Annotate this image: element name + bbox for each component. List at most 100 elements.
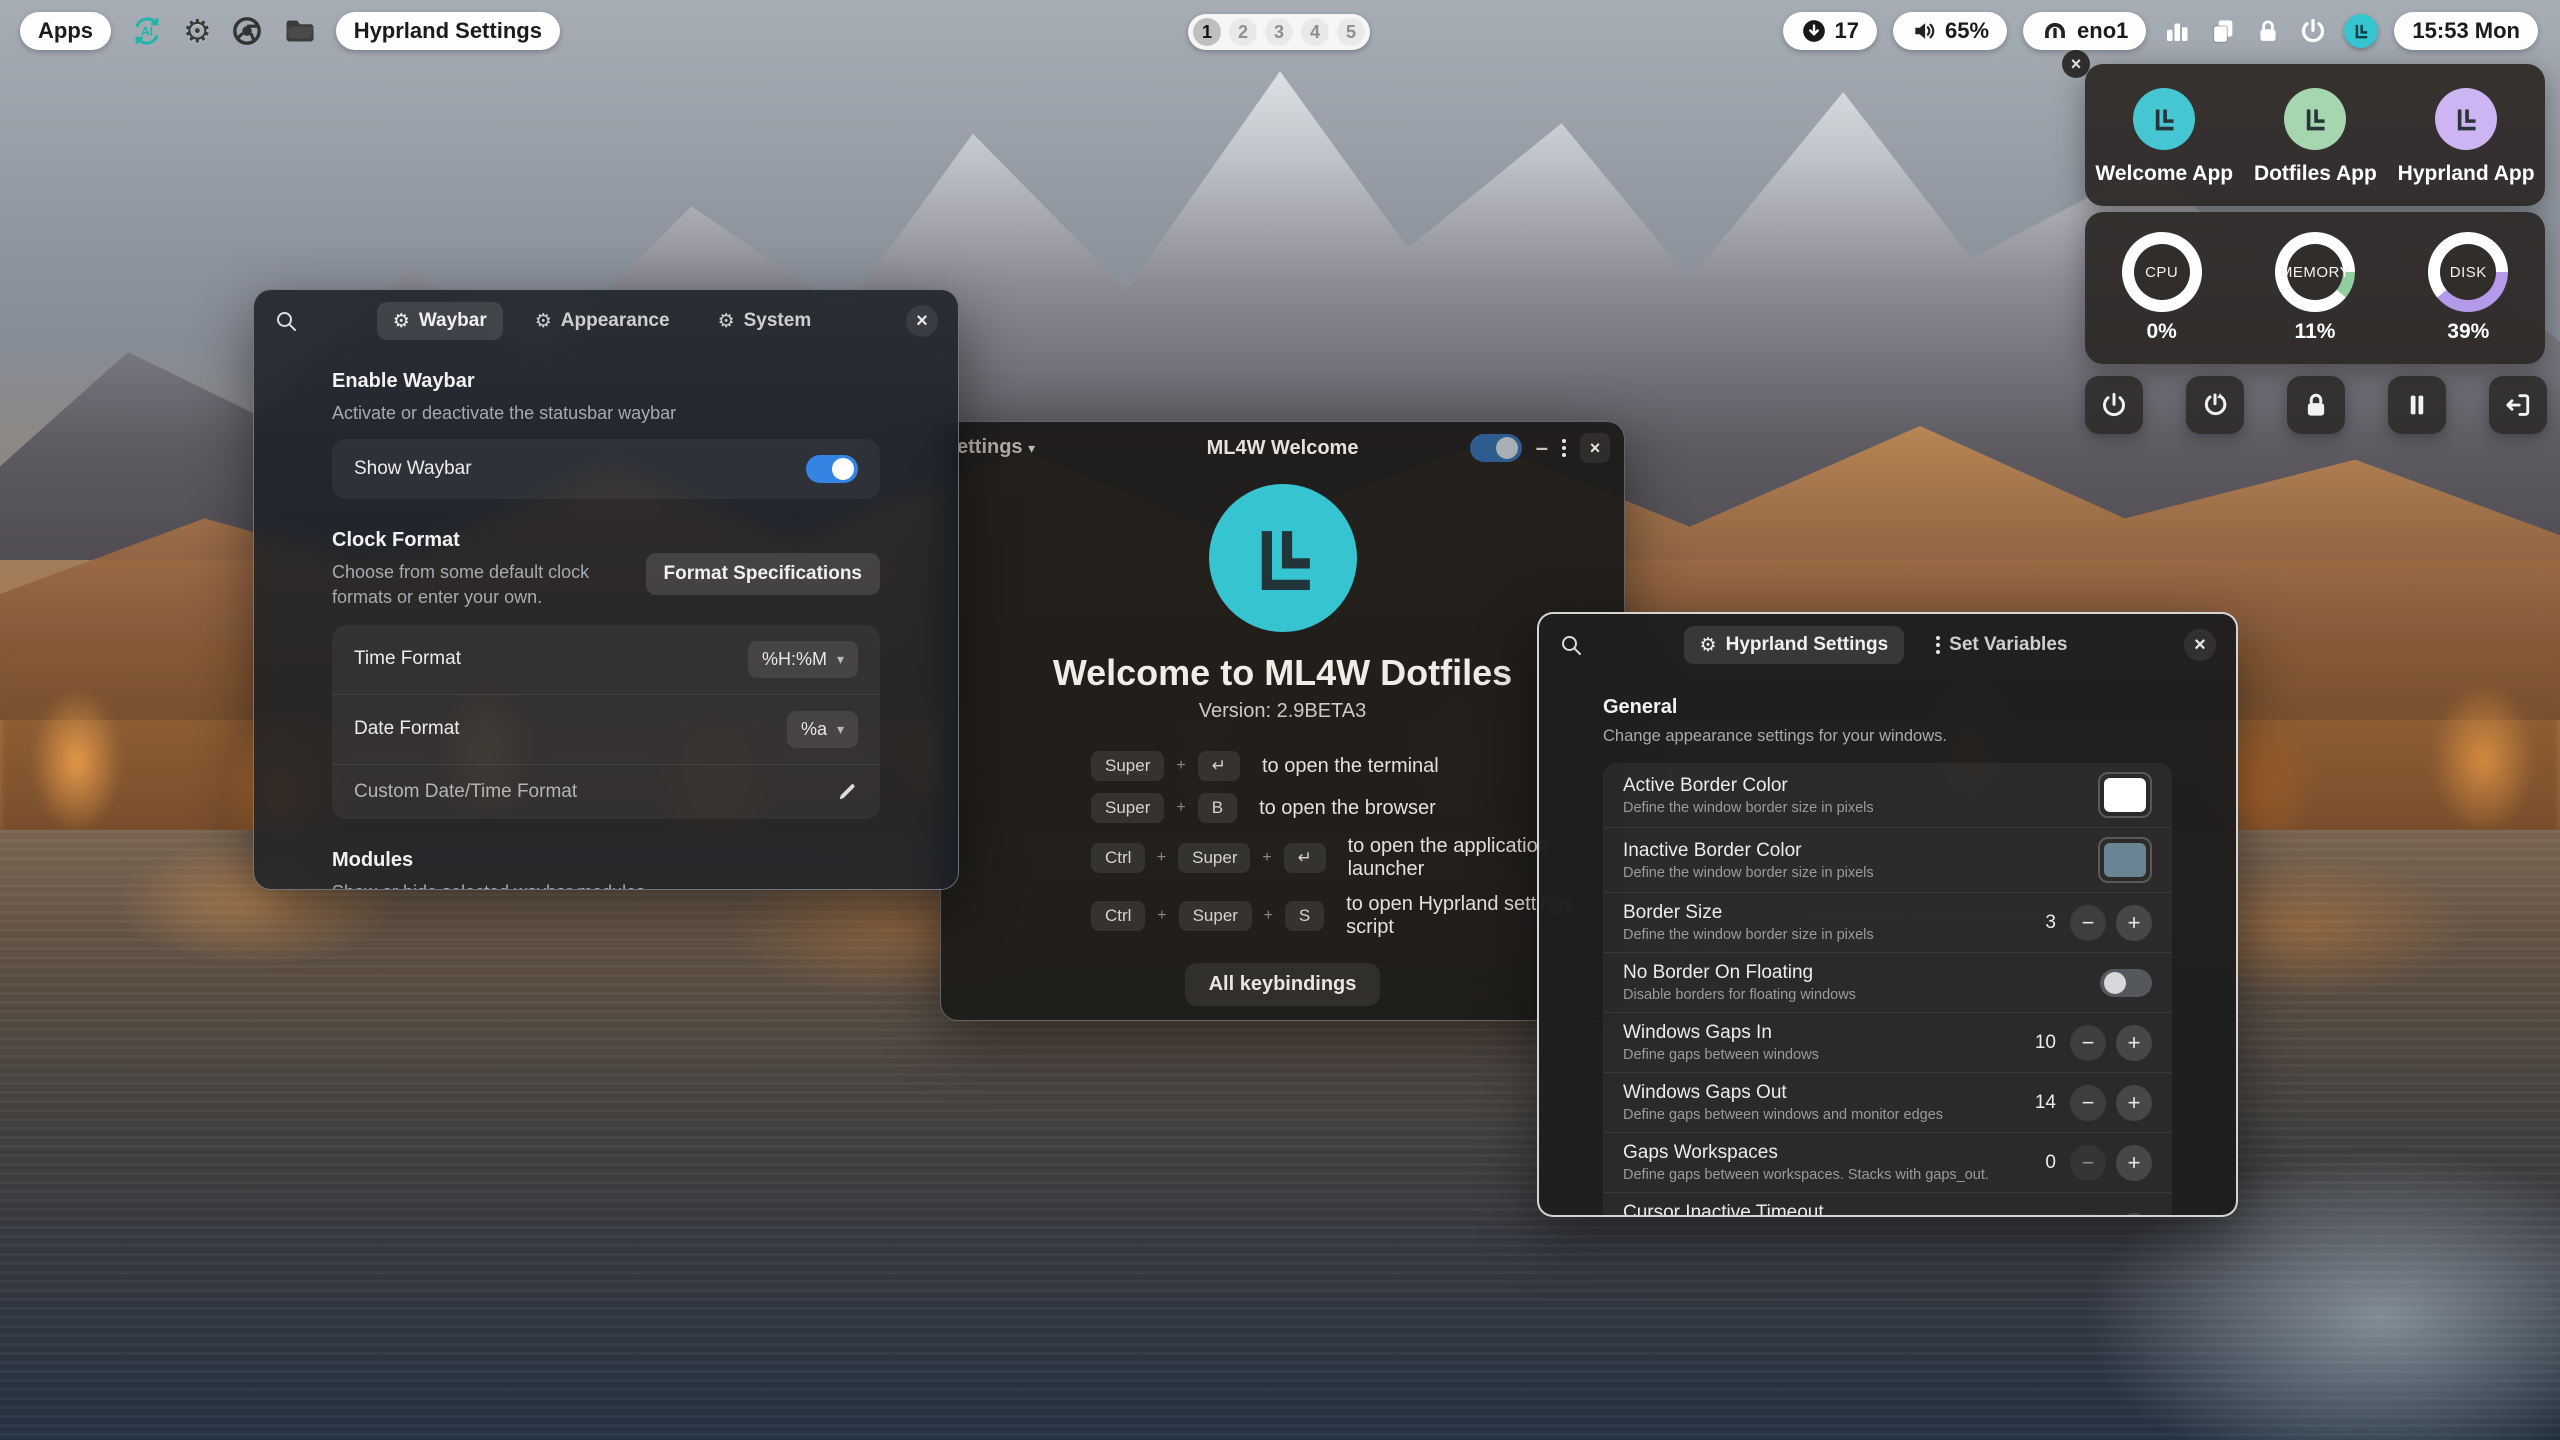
increase-button[interactable]: +: [2116, 905, 2152, 941]
disk-gauge: DISK 39%: [2428, 232, 2508, 344]
decrease-button[interactable]: −: [2070, 1145, 2106, 1181]
gear-icon: ⚙: [535, 312, 552, 331]
general-title: General: [1603, 696, 2172, 719]
workspace-5[interactable]: 5: [1337, 18, 1365, 46]
tab-waybar[interactable]: ⚙Waybar: [377, 302, 503, 340]
decrease-button[interactable]: −: [2070, 1025, 2106, 1061]
active-border-color-swatch[interactable]: [2098, 772, 2152, 818]
folder-icon[interactable]: [282, 13, 318, 49]
show-waybar-toggle[interactable]: [806, 455, 858, 483]
workspace-3[interactable]: 3: [1265, 18, 1293, 46]
updates-pill[interactable]: 17: [1783, 12, 1877, 50]
workspace-2[interactable]: 2: [1229, 18, 1257, 46]
welcome-close-icon[interactable]: ×: [1580, 433, 1610, 463]
dotfiles-app-icon: [2284, 88, 2346, 150]
modules-description: Show or hide selected waybar modules.: [332, 880, 880, 890]
ml4w-menu-icon[interactable]: [2344, 14, 2378, 48]
general-description: Change appearance settings for your wind…: [1603, 725, 2172, 747]
welcome-titlebar: ettings ▾ ML4W Welcome – ×: [941, 422, 1624, 474]
reboot-button[interactable]: [2186, 376, 2244, 434]
hyprland-app-icon: [2435, 88, 2497, 150]
network-icon: [2041, 17, 2069, 45]
lock-icon[interactable]: [2254, 17, 2282, 45]
general-settings-card: Active Border ColorDefine the window bor…: [1603, 763, 2172, 1217]
setting-row-gaps-in: Windows Gaps InDefine gaps between windo…: [1603, 1012, 2172, 1072]
decrease-button[interactable]: −: [2070, 1085, 2106, 1121]
lock-button[interactable]: [2287, 376, 2345, 434]
apps-button[interactable]: Apps: [20, 12, 111, 50]
shutdown-button[interactable]: [2085, 376, 2143, 434]
ml4w-logo: [1209, 484, 1357, 632]
edit-pencil-icon[interactable]: [836, 781, 858, 803]
window-title-pill[interactable]: Hyprland Settings: [336, 12, 560, 50]
network-pill[interactable]: eno1: [2023, 12, 2146, 50]
quick-panel-gauges: CPU 0% MEMORY 11% DISK 39%: [2085, 212, 2545, 364]
setting-row-gaps-workspaces: Gaps WorkspacesDefine gaps between works…: [1603, 1132, 2172, 1192]
increase-button[interactable]: +: [2116, 1213, 2152, 1217]
setting-row-no-border-floating: No Border On FloatingDisable borders for…: [1603, 952, 2172, 1012]
search-icon[interactable]: [1559, 633, 1583, 657]
gear-icon: ⚙: [718, 312, 735, 331]
tab-system[interactable]: ⚙System: [702, 302, 828, 340]
memory-gauge: MEMORY 11%: [2275, 232, 2355, 344]
kebab-icon: [1936, 636, 1940, 654]
gear-icon: ⚙: [1700, 636, 1717, 655]
tab-set-variables[interactable]: Set Variables: [1920, 626, 2083, 664]
quick-panel-apps: Welcome App Dotfiles App Hyprland App: [2085, 64, 2545, 206]
power-buttons: [2085, 376, 2547, 434]
menu-kebab-icon[interactable]: [1562, 439, 1566, 457]
clipboard-icon[interactable]: [2208, 16, 2238, 46]
waybar-settings-window: ⚙Waybar ⚙Appearance ⚙System × Enable Way…: [253, 289, 959, 890]
format-specifications-button[interactable]: Format Specifications: [646, 553, 881, 595]
clock-format-title: Clock Format: [332, 529, 646, 552]
decrease-button[interactable]: −: [2070, 905, 2106, 941]
increase-button[interactable]: +: [2116, 1145, 2152, 1181]
workspace-1[interactable]: 1: [1193, 18, 1221, 46]
browser-icon[interactable]: [230, 14, 264, 48]
svg-text:AI: AI: [141, 25, 153, 39]
search-icon[interactable]: [274, 309, 298, 333]
increase-button[interactable]: +: [2116, 1025, 2152, 1061]
enable-waybar-title: Enable Waybar: [332, 370, 880, 393]
set-variables-window: ⚙Hyprland Settings Set Variables × Gener…: [1537, 612, 2238, 1217]
suspend-button[interactable]: [2388, 376, 2446, 434]
all-keybindings-button[interactable]: All keybindings: [1185, 963, 1381, 1006]
inactive-border-color-swatch[interactable]: [2098, 837, 2152, 883]
setting-row-inactive-border-color: Inactive Border ColorDefine the window b…: [1603, 827, 2172, 892]
tab-appearance[interactable]: ⚙Appearance: [519, 302, 686, 340]
hyprland-app-launcher[interactable]: Hyprland App: [2398, 88, 2535, 186]
setting-row-cursor-inactive-timeout: Cursor Inactive TimeoutAfter how many se…: [1603, 1192, 2172, 1217]
waybar-window-close-icon[interactable]: ×: [906, 305, 938, 337]
vars-window-close-icon[interactable]: ×: [2184, 629, 2216, 661]
gear-icon[interactable]: ⚙: [183, 15, 212, 47]
waybar-right-modules: 17 65% eno1: [1783, 12, 2538, 50]
dotfiles-app-launcher[interactable]: Dotfiles App: [2254, 88, 2377, 186]
welcome-app-launcher[interactable]: Welcome App: [2095, 88, 2233, 186]
chevron-down-icon: ▾: [837, 721, 844, 738]
speaker-icon: [1911, 18, 1937, 44]
decrease-button[interactable]: −: [2070, 1213, 2106, 1217]
increase-button[interactable]: +: [2116, 1085, 2152, 1121]
chevron-down-icon: ▾: [837, 651, 844, 668]
date-format-dropdown[interactable]: %a▾: [787, 711, 858, 748]
modules-title: Modules: [332, 849, 880, 872]
waybar: Apps AI ⚙ Hyprland Settings 1 2 3 4 5 17: [0, 0, 2560, 64]
waybar-left-modules: Apps AI ⚙ Hyprland Settings: [20, 12, 560, 50]
power-icon[interactable]: [2298, 16, 2328, 46]
workspace-4[interactable]: 4: [1301, 18, 1329, 46]
volume-pill[interactable]: 65%: [1893, 12, 2007, 50]
welcome-app-icon: [2133, 88, 2195, 150]
return-key-icon: ↵: [1198, 751, 1240, 781]
tab-hyprland-settings[interactable]: ⚙Hyprland Settings: [1684, 626, 1905, 664]
welcome-header-toggle[interactable]: [1470, 434, 1522, 462]
time-format-dropdown[interactable]: %H:%M▾: [748, 641, 858, 678]
ai-updater-icon[interactable]: AI: [129, 13, 165, 49]
setting-row-gaps-out: Windows Gaps OutDefine gaps between wind…: [1603, 1072, 2172, 1132]
clock-pill[interactable]: 15:53 Mon: [2394, 12, 2538, 50]
stats-icon[interactable]: [2162, 16, 2192, 46]
logout-button[interactable]: [2489, 376, 2547, 434]
minimize-icon[interactable]: –: [1536, 441, 1548, 454]
no-border-on-floating-toggle[interactable]: [2100, 969, 2152, 997]
return-key-icon: ↵: [1284, 843, 1326, 873]
clock-format-description: Choose from some default clock formats o…: [332, 560, 646, 609]
